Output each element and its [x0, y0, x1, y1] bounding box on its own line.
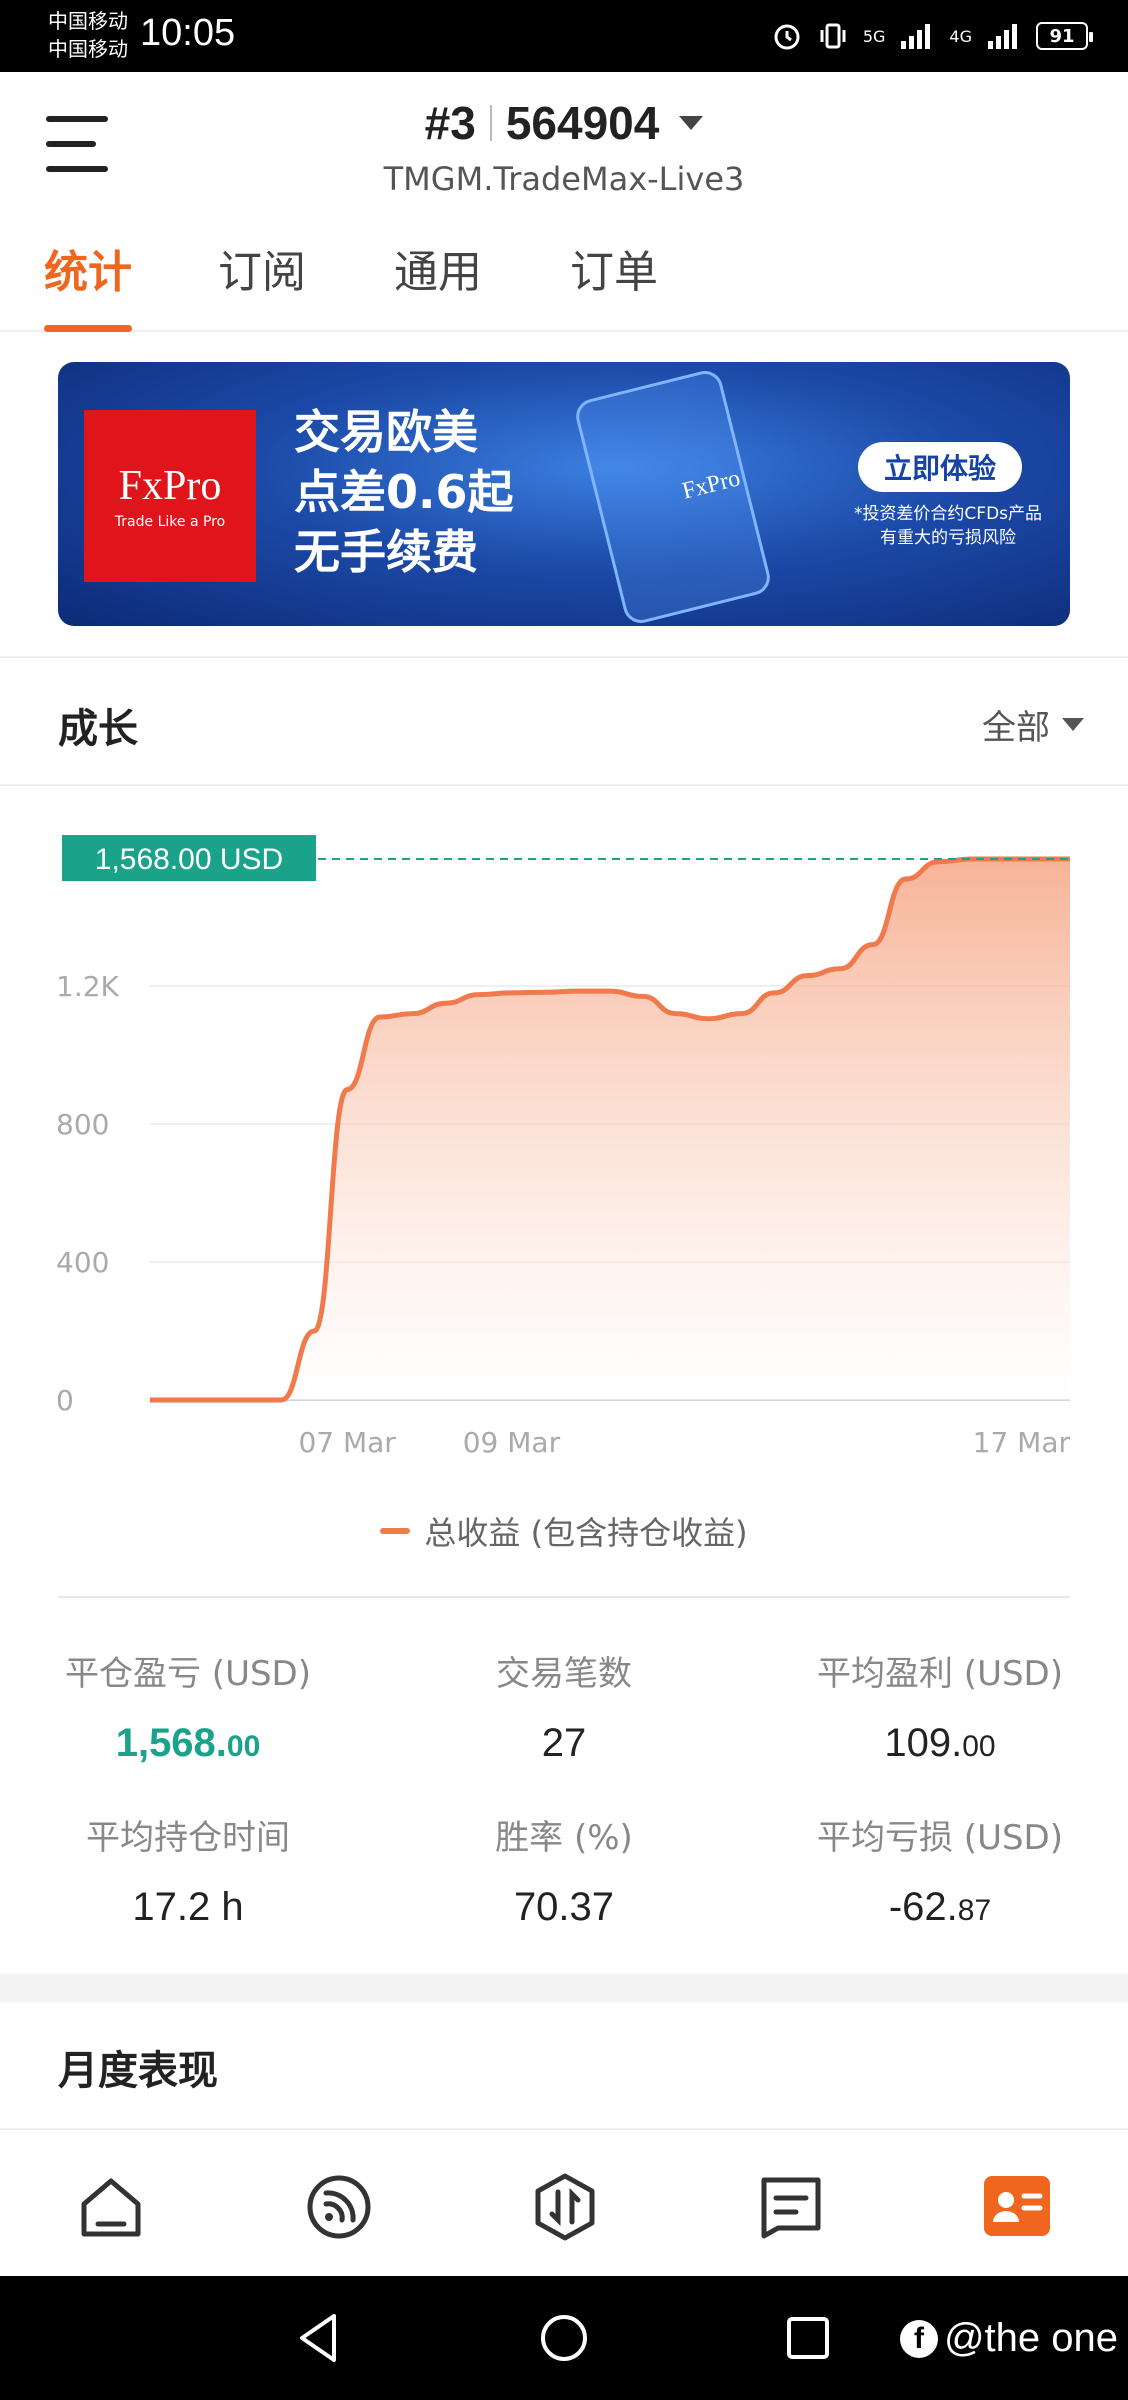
trade-icon[interactable] — [530, 2172, 600, 2242]
growth-chart-svg: 0 400 800 1.2K 1,568.00 USD 07 Mar 09 Mar 17 Ma… — [56, 835, 1071, 1459]
message-icon[interactable] — [756, 2172, 826, 2242]
tab-general[interactable]: 通用 — [394, 240, 482, 332]
y-tick-label: 800 — [56, 1108, 109, 1141]
network-5g-label: 5G — [862, 26, 886, 46]
x-tick-label: 07 Mar — [298, 1426, 396, 1459]
back-icon[interactable] — [290, 2308, 350, 2368]
divider — [0, 784, 1128, 786]
x-tick-label: 09 Mar — [463, 1426, 561, 1459]
monthly-performance-title: 月度表现 — [58, 2048, 218, 2094]
account-number: 564904 — [505, 97, 660, 149]
profile-icon[interactable] — [982, 2172, 1052, 2242]
clock: 10:05 — [140, 12, 236, 54]
divider — [58, 1596, 1070, 1598]
current-value-label: 1,568.00 USD — [95, 843, 283, 876]
signal-icon — [901, 24, 931, 49]
bottom-nav — [0, 2128, 1128, 2276]
stat-avg-profit: 平均盈利 (USD) 109.00 — [817, 1654, 1063, 1765]
chevron-down-icon — [679, 116, 704, 130]
chevron-down-icon — [1062, 718, 1084, 731]
account-switcher[interactable]: #3 564904 — [0, 96, 1128, 150]
tab-bar: 统计 订阅 通用 订单 — [0, 240, 1128, 332]
tab-subscribe[interactable]: 订阅 — [218, 240, 306, 332]
period-filter[interactable]: 全部 — [982, 700, 1084, 749]
risk-disclaimer: *投资差价合约CFDs产品有重大的亏损风险 — [853, 504, 1043, 548]
signal-icon — [988, 24, 1017, 49]
fxpro-logo: FxPro Trade Like a Pro — [84, 410, 256, 582]
stat-avg-loss: 平均亏损 (USD) -62.87 — [817, 1818, 1063, 1929]
facebook-icon: f — [899, 2319, 938, 2358]
status-icons: 5G 4G 91 — [771, 18, 1093, 54]
divider — [0, 656, 1128, 658]
x-tick-label: 17 Mar — [973, 1426, 1071, 1459]
phone-illustration — [572, 367, 774, 626]
legend-label: 总收益 (包含持仓收益) — [424, 1514, 748, 1552]
area-fill — [150, 859, 1070, 1400]
home-circle-icon[interactable] — [534, 2308, 594, 2368]
promo-banner[interactable]: FxPro Trade Like a Pro 交易欧美 点差0.6起 无手续费 … — [58, 362, 1070, 626]
watermark: f @the one — [899, 2316, 1118, 2361]
y-tick-label: 400 — [56, 1246, 109, 1279]
tab-statistics[interactable]: 统计 — [44, 240, 132, 332]
server-name: TMGM.TradeMax-Live3 — [383, 160, 745, 198]
stat-win-rate: 胜率 (%) 70.37 — [495, 1818, 633, 1929]
period-filter-label: 全部 — [982, 708, 1050, 748]
y-tick-label: 1.2K — [56, 970, 120, 1003]
carrier-label: 中国移动 — [48, 37, 128, 61]
signal-icon[interactable] — [304, 2172, 374, 2242]
alarm-icon — [774, 24, 800, 50]
growth-title: 成长 — [58, 706, 138, 752]
stat-trade-count: 交易笔数 27 — [496, 1654, 632, 1765]
app-header: #3 564904 TMGM.TradeMax-Live3 — [0, 72, 1128, 212]
legend-swatch — [380, 1528, 411, 1534]
network-4g-label: 4G — [949, 26, 972, 46]
tab-orders[interactable]: 订单 — [570, 240, 658, 332]
growth-chart[interactable]: 0 400 800 1.2K 1,568.00 USD 07 Mar 09 Mar 17 Ma… — [0, 800, 1128, 1480]
home-icon[interactable] — [76, 2172, 146, 2242]
stat-closed-pnl: 平仓盈亏 (USD) 1,568.00 — [65, 1654, 311, 1765]
stat-avg-holding-time: 平均持仓时间 17.2 h — [86, 1818, 290, 1929]
section-gap — [0, 1974, 1128, 2002]
banner-headline: 交易欧美 点差0.6起 无手续费 — [294, 405, 514, 579]
recents-icon[interactable] — [778, 2308, 838, 2368]
try-now-button[interactable]: 立即体验 — [858, 442, 1022, 492]
chart-legend: 总收益 (包含持仓收益) — [0, 1508, 1128, 1554]
account-index: #3 — [424, 97, 476, 149]
battery-icon: 91 — [1036, 22, 1093, 50]
y-tick-label: 0 — [56, 1384, 74, 1417]
carrier-label: 中国移动 — [48, 9, 128, 33]
divider — [489, 105, 492, 141]
status-bar: 中国移动 中国移动 10:05 5G 4G 91 — [0, 0, 1128, 72]
vibrate-icon — [820, 23, 846, 49]
